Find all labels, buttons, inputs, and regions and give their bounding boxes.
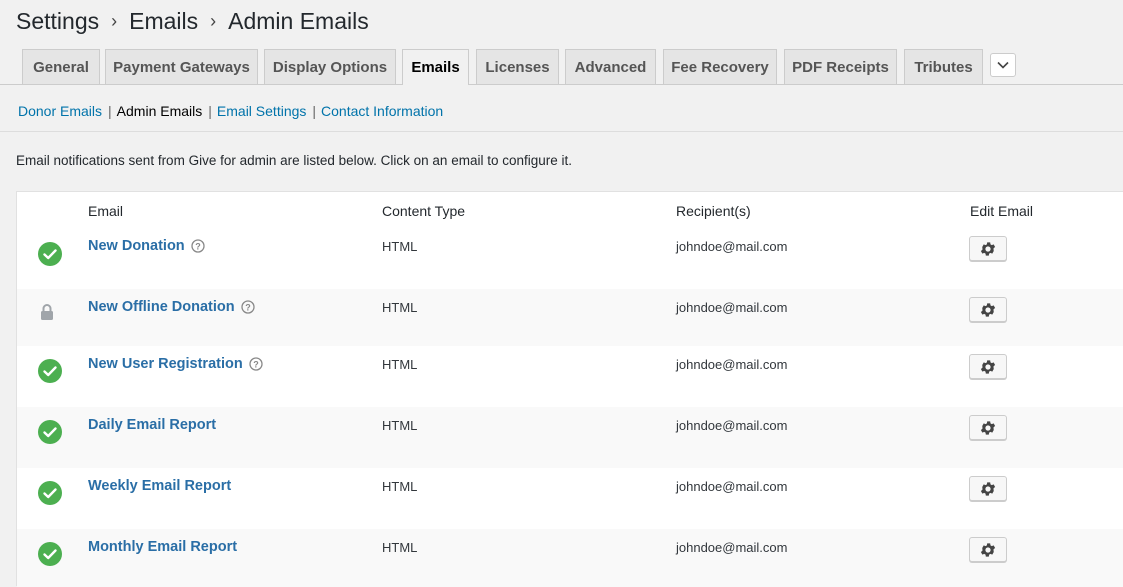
tab-fee-recovery[interactable]: Fee Recovery: [663, 49, 777, 84]
subnav-divider: |: [208, 103, 212, 119]
tab-emails[interactable]: Emails: [402, 49, 469, 85]
subnav-divider: |: [312, 103, 317, 119]
email-link-new-donation[interactable]: New Donation ?: [88, 238, 205, 254]
column-header-edit-email: Edit Email: [970, 203, 1034, 219]
help-icon[interactable]: ?: [240, 300, 255, 314]
check-circle-icon: [38, 481, 62, 505]
breadcrumb-admin-emails: Admin Emails: [228, 8, 369, 34]
column-header-content-type: Content Type: [382, 203, 466, 219]
chevron-down-icon: [997, 61, 1009, 69]
recipient: johndoe@mail.com: [676, 357, 788, 372]
email-name[interactable]: Weekly Email Report: [88, 478, 231, 494]
email-link-weekly-email-report[interactable]: Weekly Email Report: [88, 478, 231, 494]
email-name[interactable]: Monthly Email Report: [88, 539, 237, 555]
breadcrumb-emails[interactable]: Emails: [129, 8, 198, 35]
edit-email-button[interactable]: [969, 297, 1007, 322]
check-circle-icon: [38, 359, 62, 383]
divider: [0, 131, 1123, 132]
email-link-monthly-email-report[interactable]: Monthly Email Report: [88, 539, 237, 555]
breadcrumb-separator: ›: [111, 11, 118, 31]
column-header-recipients: Recipient(s): [676, 203, 751, 219]
check-circle-icon: [38, 542, 62, 566]
breadcrumb-separator: ›: [210, 11, 217, 31]
edit-email-button[interactable]: [969, 476, 1007, 501]
email-link-new-offline-donation[interactable]: New Offline Donation ?: [88, 299, 255, 315]
svg-text:?: ?: [195, 242, 201, 252]
email-name[interactable]: Daily Email Report: [88, 417, 216, 433]
email-name[interactable]: New User Registration: [88, 356, 243, 372]
help-icon[interactable]: ?: [191, 239, 205, 253]
check-circle-icon: [38, 242, 62, 266]
email-link-new-user-registration[interactable]: New User Registration ?: [88, 356, 263, 372]
tab-payment-gateways[interactable]: Payment Gateways: [105, 49, 258, 84]
recipient: johndoe@mail.com: [676, 418, 788, 433]
edit-email-button[interactable]: [969, 236, 1007, 261]
recipient: johndoe@mail.com: [676, 540, 788, 555]
tab-licenses[interactable]: Licenses: [476, 49, 559, 84]
gear-icon: [980, 302, 996, 317]
gear-icon: [980, 241, 996, 256]
email-name[interactable]: New Donation: [88, 238, 185, 254]
subnav-contact-information[interactable]: Contact Information: [321, 103, 443, 119]
subnav-donor-emails[interactable]: Donor Emails: [18, 103, 102, 119]
content-type: HTML: [382, 357, 418, 372]
table-row: Weekly Email Report HTML johndoe@mail.co…: [17, 468, 1123, 529]
table-row: Daily Email Report HTML johndoe@mail.com: [17, 407, 1123, 468]
tab-pdf-receipts[interactable]: PDF Receipts: [784, 49, 897, 84]
tab-general[interactable]: General: [22, 49, 100, 84]
content-type: HTML: [382, 418, 418, 433]
help-icon[interactable]: ?: [249, 357, 263, 371]
email-subnav: Donor Emails | Admin Emails | Email Sett…: [18, 103, 443, 119]
edit-email-button[interactable]: [969, 354, 1007, 379]
gear-icon: [980, 481, 996, 496]
gear-icon: [980, 542, 996, 557]
edit-email-button[interactable]: [969, 415, 1007, 440]
recipient: johndoe@mail.com: [676, 479, 788, 494]
email-name[interactable]: New Offline Donation: [88, 299, 235, 315]
content-type: HTML: [382, 540, 418, 555]
tab-display-options[interactable]: Display Options: [264, 49, 396, 84]
email-link-daily-email-report[interactable]: Daily Email Report: [88, 417, 216, 433]
subnav-divider: |: [108, 103, 112, 119]
svg-text:?: ?: [253, 360, 259, 370]
content-type: HTML: [382, 300, 418, 315]
table-row: Monthly Email Report HTML johndoe@mail.c…: [17, 529, 1123, 587]
svg-text:?: ?: [245, 303, 251, 313]
content-type: HTML: [382, 239, 418, 254]
settings-tabs: General Payment Gateways Display Options…: [0, 49, 1123, 85]
gear-icon: [980, 359, 996, 374]
tab-advanced[interactable]: Advanced: [565, 49, 656, 84]
tab-tributes[interactable]: Tributes: [904, 49, 983, 84]
page-description: Email notifications sent from Give for a…: [16, 153, 572, 168]
table-row: New Offline Donation ? HTML johndoe@mail…: [17, 289, 1123, 346]
subnav-admin-emails: Admin Emails: [116, 103, 203, 119]
gear-icon: [980, 420, 996, 435]
content-type: HTML: [382, 479, 418, 494]
tabs-more-button[interactable]: [990, 53, 1016, 77]
column-header-email: Email: [88, 203, 124, 219]
recipient: johndoe@mail.com: [676, 300, 788, 315]
table-row: New Donation ? HTML johndoe@mail.com: [17, 229, 1123, 289]
table-header: Email Content Type Recipient(s) Edit Ema…: [17, 192, 1123, 229]
table-row: New User Registration ? HTML johndoe@mai…: [17, 346, 1123, 407]
edit-email-button[interactable]: [969, 537, 1007, 562]
check-circle-icon: [38, 420, 62, 444]
admin-emails-table: Email Content Type Recipient(s) Edit Ema…: [16, 191, 1123, 587]
recipient: johndoe@mail.com: [676, 239, 788, 254]
lock-icon: [41, 304, 53, 320]
page-title: Settings › Emails › Admin Emails: [16, 8, 369, 35]
breadcrumb-settings[interactable]: Settings: [16, 8, 99, 35]
subnav-email-settings[interactable]: Email Settings: [217, 103, 306, 119]
